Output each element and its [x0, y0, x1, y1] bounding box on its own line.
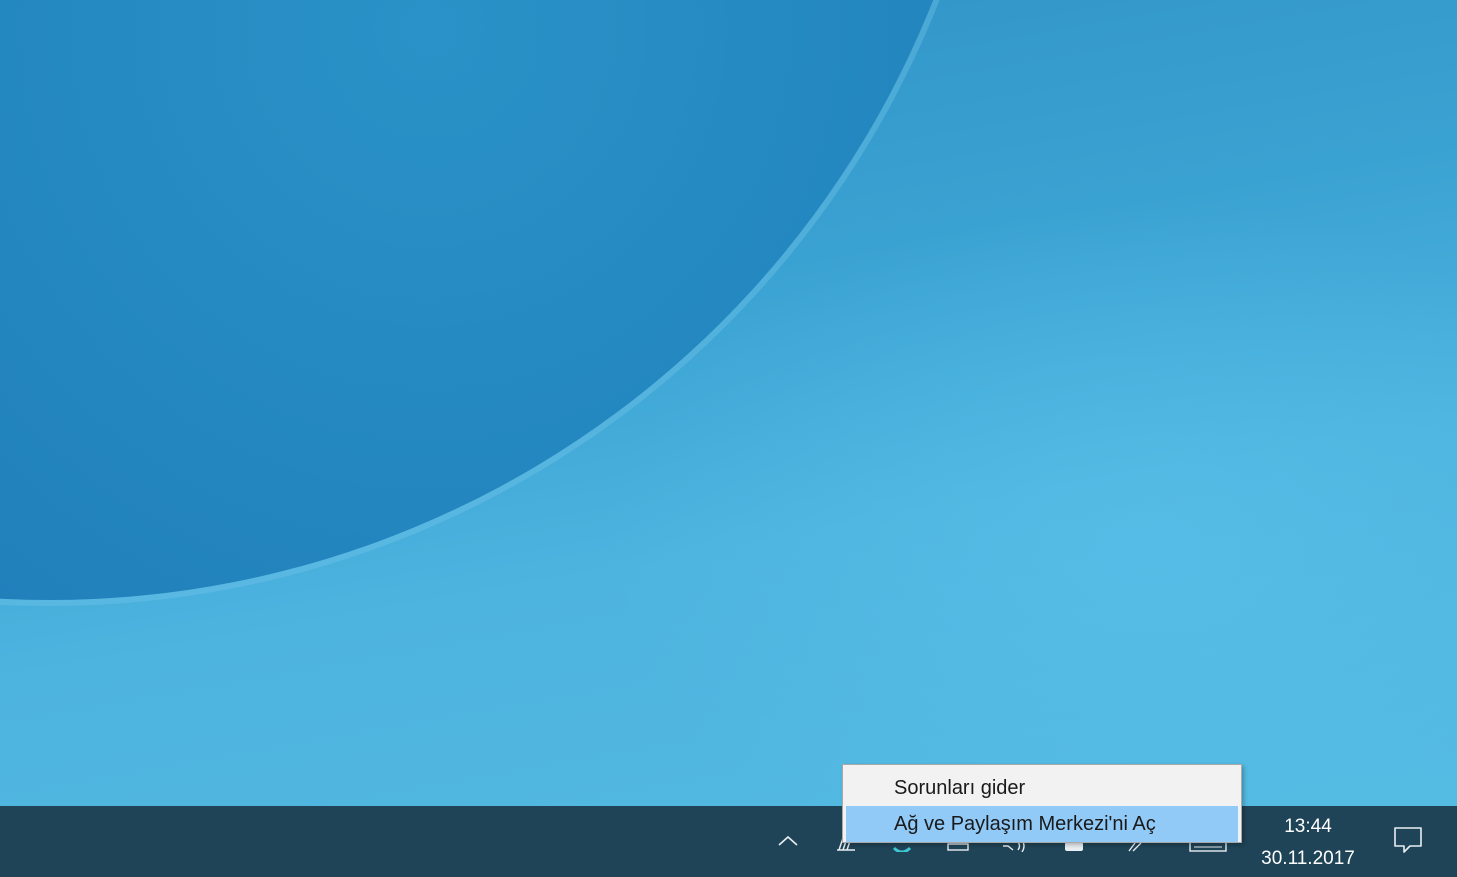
- chevron-up-icon[interactable]: [772, 825, 804, 857]
- clock-time: 13:44: [1284, 816, 1332, 837]
- system-clock[interactable]: 13:44 30.11.2017: [1240, 808, 1376, 874]
- menu-item-open-network-center[interactable]: Ağ ve Paylaşım Merkezi'ni Aç: [846, 806, 1238, 842]
- clock-date: 30.11.2017: [1261, 848, 1355, 869]
- desktop[interactable]: [0, 0, 1457, 877]
- action-center-icon[interactable]: [1390, 822, 1426, 858]
- menu-item-troubleshoot[interactable]: Sorunları gider: [846, 770, 1238, 806]
- network-context-menu: Sorunları gider Ağ ve Paylaşım Merkezi'n…: [842, 764, 1242, 843]
